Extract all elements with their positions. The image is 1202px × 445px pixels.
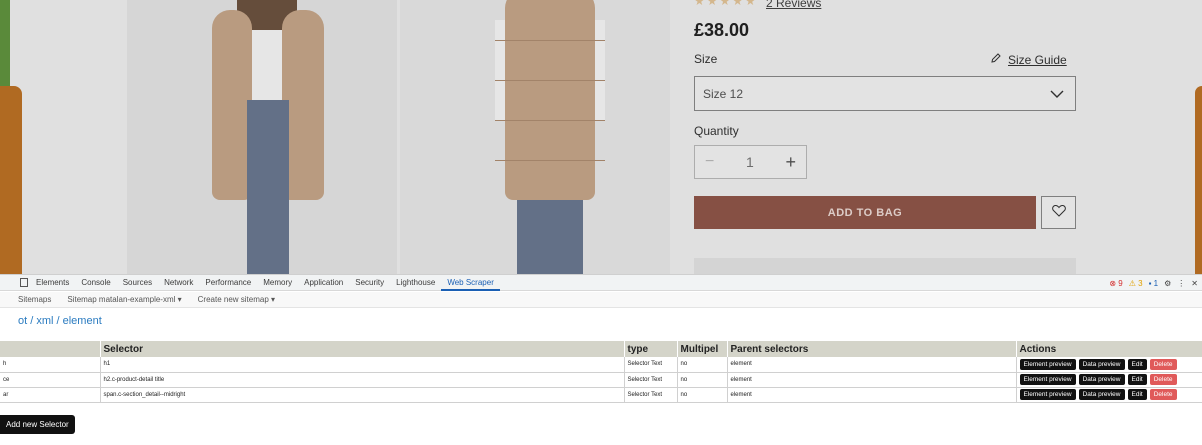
product-page: ★★★★★ 2 Reviews £38.00 Size Size Guide S…: [0, 0, 1202, 274]
row-actions: Element preview Data preview Edit Delete: [1016, 357, 1202, 373]
row-selector: h1: [100, 357, 625, 373]
quantity-stepper: − 1 +: [694, 145, 807, 179]
warning-count-badge[interactable]: ⚠ 3: [1129, 279, 1143, 288]
tab-application[interactable]: Application: [298, 275, 349, 291]
quantity-label: Quantity: [694, 124, 739, 138]
row-multiple: no: [677, 372, 728, 388]
row-selector: h2.c-product-detail title: [100, 372, 625, 388]
row-type: Selector Text: [624, 387, 678, 403]
tab-memory[interactable]: Memory: [257, 275, 298, 291]
table-row[interactable]: ce h2.c-product-detail title Selector Te…: [0, 372, 1202, 388]
more-icon[interactable]: ⋮: [1177, 279, 1185, 288]
selector-table: Selector type Multipel Parent selectors …: [0, 341, 1202, 403]
close-icon[interactable]: ✕: [1191, 279, 1198, 288]
size-label: Size: [694, 52, 718, 66]
col-parent-header: Parent selectors: [727, 341, 1017, 357]
scraper-nav-bar: Sitemaps Sitemap matalan-example-xml ▾ C…: [0, 292, 1202, 308]
col-id-header: [0, 341, 101, 357]
tab-network[interactable]: Network: [158, 275, 199, 291]
col-actions-header: Actions: [1016, 341, 1202, 357]
nav-sitemap-dropdown[interactable]: Sitemap matalan-example-xml ▾: [59, 295, 189, 304]
tab-performance[interactable]: Performance: [199, 275, 257, 291]
data-preview-button[interactable]: Data preview: [1078, 374, 1125, 385]
tab-lighthouse[interactable]: Lighthouse: [390, 275, 441, 291]
devtools-panel: Elements Console Sources Network Perform…: [0, 274, 1202, 445]
table-header-row: Selector type Multipel Parent selectors …: [0, 341, 1202, 357]
row-multiple: no: [677, 387, 728, 403]
col-multiple-header: Multipel: [677, 341, 728, 357]
add-to-bag-button[interactable]: ADD TO BAG: [694, 196, 1036, 229]
error-count-badge[interactable]: ⊗ 9: [1109, 279, 1122, 288]
table-row[interactable]: ar span.c-section_detail--midright Selec…: [0, 387, 1202, 403]
row-multiple: no: [677, 357, 728, 373]
col-selector-header: Selector: [100, 341, 625, 357]
heart-icon: [1051, 204, 1066, 222]
delete-button[interactable]: Delete: [1149, 389, 1177, 400]
devtools-tab-bar: Elements Console Sources Network Perform…: [0, 275, 1202, 291]
delete-button[interactable]: Delete: [1149, 358, 1177, 370]
size-guide-label: Size Guide: [1008, 52, 1067, 67]
row-type: Selector Text: [624, 372, 678, 388]
data-preview-button[interactable]: Data preview: [1078, 389, 1125, 400]
element-preview-button[interactable]: Element preview: [1019, 389, 1076, 400]
reviews-link[interactable]: 2 Reviews: [766, 0, 821, 10]
row-parent: element: [727, 357, 1017, 373]
delete-button[interactable]: Delete: [1149, 374, 1177, 385]
edit-button[interactable]: Edit: [1127, 374, 1147, 385]
message-count-badge[interactable]: ▪ 1: [1149, 279, 1159, 288]
add-new-selector-button[interactable]: Add new Selector: [0, 415, 75, 434]
tab-web-scraper[interactable]: Web Scraper: [441, 275, 500, 291]
quantity-value[interactable]: 1: [746, 154, 754, 170]
devtools-status: ⊗ 9 ⚠ 3 ▪ 1 ⚙ ⋮ ✕: [1109, 275, 1198, 291]
row-actions: Element preview Data preview Edit Delete: [1016, 387, 1202, 403]
nav-create-sitemap[interactable]: Create new sitemap ▾: [190, 295, 283, 304]
model-figure-front: [207, 0, 327, 274]
row-id: ar: [0, 387, 101, 403]
gear-icon[interactable]: ⚙: [1164, 279, 1171, 288]
chevron-down-icon: [1049, 86, 1065, 105]
row-type: Selector Text: [624, 357, 678, 373]
model-figure-back: [495, 0, 605, 274]
tab-security[interactable]: Security: [349, 275, 390, 291]
quantity-increase-button[interactable]: +: [785, 152, 796, 173]
element-preview-button[interactable]: Element preview: [1019, 374, 1076, 385]
size-guide-link[interactable]: Size Guide: [990, 52, 1067, 67]
col-type-header: type: [624, 341, 678, 357]
wishlist-button[interactable]: [1041, 196, 1076, 229]
row-parent: element: [727, 372, 1017, 388]
data-preview-button[interactable]: Data preview: [1078, 358, 1125, 370]
quantity-decrease-button[interactable]: −: [705, 153, 714, 171]
inspect-icon[interactable]: [0, 275, 30, 291]
row-actions: Element preview Data preview Edit Delete: [1016, 372, 1202, 388]
row-parent: element: [727, 387, 1017, 403]
breadcrumb[interactable]: ot / xml / element: [18, 315, 102, 327]
edit-button[interactable]: Edit: [1127, 358, 1147, 370]
nav-sitemaps[interactable]: Sitemaps: [0, 295, 59, 304]
product-image-back[interactable]: [400, 0, 670, 274]
table-row[interactable]: h h1 Selector Text no element Element pr…: [0, 357, 1202, 373]
size-select[interactable]: Size 12: [694, 76, 1076, 111]
tab-elements[interactable]: Elements: [30, 275, 75, 291]
edit-button[interactable]: Edit: [1127, 389, 1147, 400]
rating-stars: ★★★★★: [694, 0, 758, 8]
row-selector: span.c-section_detail--midright: [100, 387, 625, 403]
tab-console[interactable]: Console: [75, 275, 116, 291]
product-image-front[interactable]: [127, 0, 397, 274]
row-id: ce: [0, 372, 101, 388]
delivery-info-bar: [694, 258, 1076, 274]
page: ★★★★★ 2 Reviews £38.00 Size Size Guide S…: [0, 0, 1202, 445]
size-selected-value: Size 12: [703, 86, 744, 101]
element-preview-button[interactable]: Element preview: [1019, 358, 1076, 370]
row-id: h: [0, 357, 101, 373]
product-price: £38.00: [694, 20, 750, 40]
tab-sources[interactable]: Sources: [117, 275, 158, 291]
pencil-icon: [990, 52, 1002, 67]
